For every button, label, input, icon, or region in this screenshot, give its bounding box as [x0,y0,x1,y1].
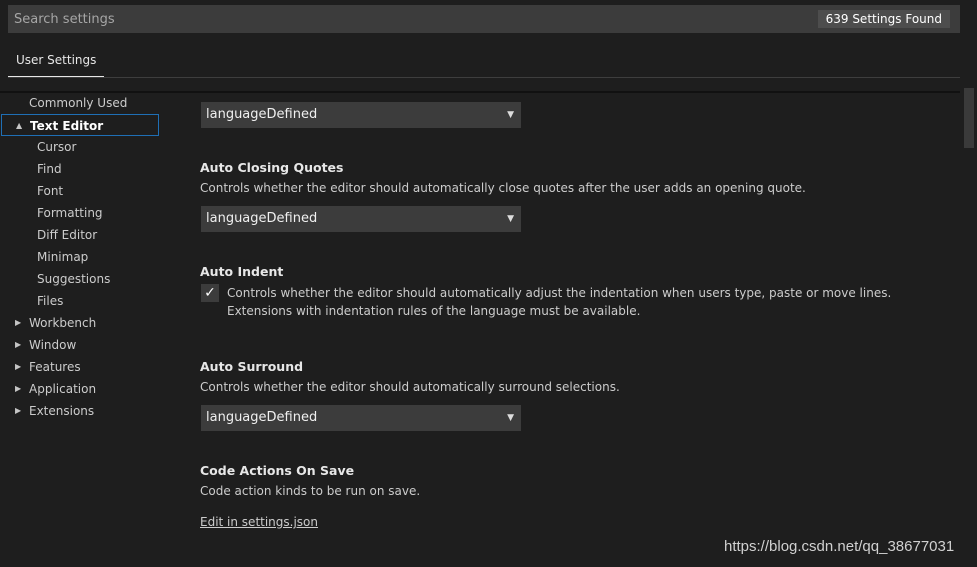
toc-item-features[interactable]: ▶ Features [0,356,160,378]
expanded-triangle-icon[interactable]: ▲ [16,115,26,137]
auto-indent-checkbox[interactable]: ✓ [201,284,219,302]
dropdown-arrow-icon: ▼ [507,110,514,120]
watermark-text: https://blog.csdn.net/qq_38677031 [724,538,955,555]
toc-item-label: Diff Editor [37,228,98,242]
toc-item-label: Files [37,294,64,308]
auto-surround-description: Controls whether the editor should autom… [200,380,620,394]
toc-item-label: Workbench [29,316,97,330]
edit-in-settings-json-link[interactable]: Edit in settings.json [200,515,318,529]
collapsed-triangle-icon[interactable]: ▶ [15,400,25,422]
select-value: languageDefined [206,211,318,226]
toc-item-label: Commonly Used [29,96,128,110]
checkmark-icon: ✓ [204,285,216,301]
toc-item-label: Suggestions [37,272,111,286]
toc-item-label: Font [37,184,64,198]
settings-tabs: User Settings [8,44,960,78]
toc-item-label: Formatting [37,206,103,220]
toc-item-workbench[interactable]: ▶ Workbench [0,312,160,334]
auto-indent-title: Auto Indent [200,264,284,279]
toc-item-diff-editor[interactable]: Diff Editor [0,224,160,246]
toc-item-label: Window [29,338,77,352]
settings-toc: Commonly Used ▲ Text Editor Cursor Find … [0,92,160,422]
dropdown-arrow-icon: ▼ [507,214,514,224]
toc-item-application[interactable]: ▶ Application [0,378,160,400]
toc-item-label: Application [29,382,97,396]
toc-item-window[interactable]: ▶ Window [0,334,160,356]
collapsed-triangle-icon[interactable]: ▶ [15,334,25,356]
toc-item-cursor[interactable]: Cursor [0,136,160,158]
auto-indent-description: Controls whether the editor should autom… [227,286,892,318]
auto-closing-quotes-select[interactable]: languageDefined ▼ [201,206,521,232]
toc-item-label: Minimap [37,250,89,264]
auto-surround-select[interactable]: languageDefined ▼ [201,405,521,431]
collapsed-triangle-icon[interactable]: ▶ [15,356,25,378]
toc-item-formatting[interactable]: Formatting [0,202,160,224]
tab-user-settings[interactable]: User Settings [8,44,105,77]
toc-item-label: Find [37,162,62,176]
select-value: languageDefined [206,107,318,122]
toc-item-label: Features [29,360,81,374]
toc-item-label: Text Editor [30,119,104,133]
scrollbar-thumb[interactable] [964,88,974,148]
code-actions-on-save-title: Code Actions On Save [200,463,355,478]
select-value: languageDefined [206,410,318,425]
collapsed-triangle-icon[interactable]: ▶ [15,312,25,334]
auto-closing-quotes-title: Auto Closing Quotes [200,160,344,175]
dropdown-arrow-icon: ▼ [507,413,514,423]
toc-item-find[interactable]: Find [0,158,160,180]
collapsed-triangle-icon[interactable]: ▶ [15,378,25,400]
toc-item-label: Extensions [29,404,95,418]
settings-count-badge: 639 Settings Found [817,10,950,28]
toc-item-font[interactable]: Font [0,180,160,202]
settings-editor: 639 Settings Found User Settings Commonl… [0,0,977,567]
auto-surround-title: Auto Surround [200,359,304,374]
search-box: 639 Settings Found [8,5,960,33]
toc-item-commonly-used[interactable]: Commonly Used [0,92,160,114]
toc-item-files[interactable]: Files [0,290,160,312]
toc-item-label: Cursor [37,140,77,154]
auto-closing-quotes-description: Controls whether the editor should autom… [200,181,806,195]
top-setting-select[interactable]: languageDefined ▼ [201,102,521,128]
toc-item-minimap[interactable]: Minimap [0,246,160,268]
toc-item-suggestions[interactable]: Suggestions [0,268,160,290]
search-input[interactable] [8,5,808,33]
code-actions-on-save-description: Code action kinds to be run on save. [200,484,421,498]
toc-item-extensions[interactable]: ▶ Extensions [0,400,160,422]
toc-item-text-editor[interactable]: ▲ Text Editor [1,114,159,136]
